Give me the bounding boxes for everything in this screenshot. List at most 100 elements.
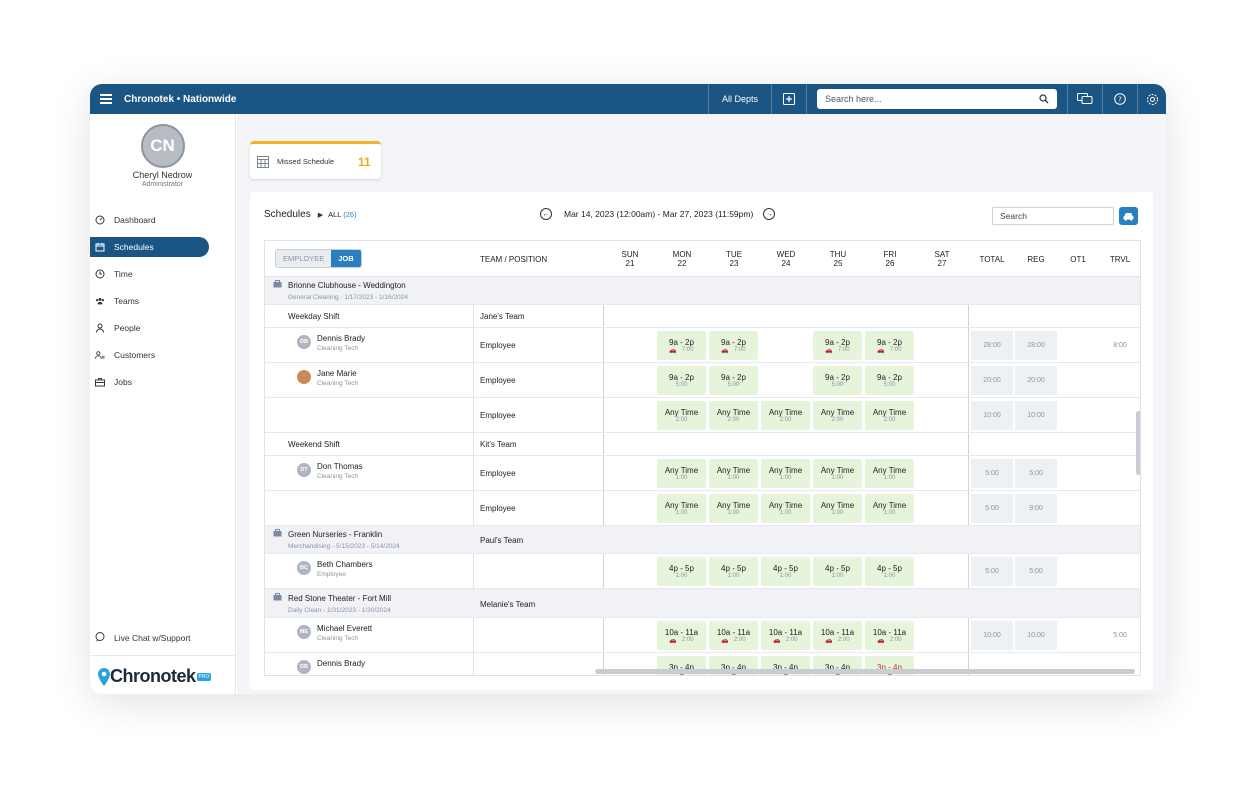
sidebar-item-dashboard[interactable]: Dashboard: [90, 210, 209, 230]
shift-block-tue[interactable]: Any Time 1:00: [709, 494, 758, 523]
position-label: Employee: [480, 504, 516, 513]
shift-block-mon[interactable]: Any Time 2:00: [657, 401, 706, 430]
car-icon: 🚗: [721, 637, 729, 644]
employee-role: Cleaning Tech: [317, 473, 359, 480]
table-row[interactable]: Employee Any Time 2:00 Any Time 2:00 Any T…: [265, 398, 1140, 433]
shift-block-thu[interactable]: Any Time 1:00: [813, 459, 862, 488]
schedule-filter[interactable]: ALL (26): [328, 210, 357, 219]
shift-block-fri[interactable]: 9a - 2p 🚗 7:00: [865, 331, 914, 360]
table-row[interactable]: Employee Any Time 1:00 Any Time 1:00 Any T…: [265, 491, 1140, 526]
shift-block-thu[interactable]: Any Time 2:00: [813, 401, 862, 430]
live-chat-link[interactable]: Live Chat w/Support: [95, 632, 191, 644]
next-period-icon[interactable]: →: [763, 208, 776, 220]
vertical-scrollbar[interactable]: [1136, 411, 1140, 475]
day-header-fri[interactable]: FRI 26: [865, 241, 915, 277]
date-range[interactable]: Mar 14, 2023 (12:00am) - Mar 27, 2023 (1…: [564, 209, 753, 219]
shift-block-wed[interactable]: Any Time 1:00: [761, 494, 810, 523]
shift-block-wed[interactable]: 4p - 5p 1:00: [761, 557, 810, 586]
day-header-tue[interactable]: TUE 23: [709, 241, 759, 277]
table-row[interactable]: BC Beth Chambers Employee 4p - 5p 1:00 4p…: [265, 554, 1140, 589]
sidebar-item-customers[interactable]: Customers: [90, 345, 209, 365]
global-search-input[interactable]: Search here...: [817, 89, 1057, 109]
shift-block-thu[interactable]: Any Time 1:00: [813, 494, 862, 523]
shift-row[interactable]: Weekend Shift Kit's Team: [265, 433, 1140, 456]
shift-block-fri[interactable]: 10a - 11a 🚗 2:00: [865, 621, 914, 650]
shift-block-fri[interactable]: Any Time 1:00: [865, 494, 914, 523]
prev-period-icon[interactable]: ←: [540, 208, 552, 220]
shift-block-tue[interactable]: 10a - 11a 🚗 2:00: [709, 621, 758, 650]
horizontal-scrollbar[interactable]: [595, 669, 1135, 674]
add-icon[interactable]: [772, 84, 806, 114]
employee-name[interactable]: Dennis Brady: [317, 659, 365, 668]
shift-block-mon[interactable]: 9a - 2p 🚗 7:00: [657, 331, 706, 360]
employee-name[interactable]: Dennis Brady: [317, 334, 365, 343]
table-row[interactable]: ME Michael Everett Cleaning Tech 10a - 1…: [265, 618, 1140, 653]
shift-block-tue[interactable]: 4p - 5p 1:00: [709, 557, 758, 586]
missed-schedule-count: 11: [358, 154, 371, 169]
table-row[interactable]: Jane Marie Cleaning Tech Employee 9a - 2…: [265, 363, 1140, 398]
day-header-thu[interactable]: THU 25: [813, 241, 863, 277]
sidebar-item-label: Schedules: [114, 242, 154, 252]
sidebar-item-time[interactable]: Time: [90, 264, 209, 284]
shift-block-tue[interactable]: 9a - 2p 5:00: [709, 366, 758, 395]
job-view-toggle[interactable]: JOB: [331, 250, 361, 267]
settings-gear-icon[interactable]: [1138, 84, 1166, 114]
hamburger-menu-icon[interactable]: [100, 92, 112, 106]
shift-block-mon[interactable]: Any Time 1:00: [657, 459, 706, 488]
avatar: ME: [297, 625, 311, 639]
sidebar-item-people[interactable]: People: [90, 318, 209, 338]
sidebar-nav: Dashboard Schedules Time Teams People Cu…: [90, 210, 235, 392]
shift-block-thu[interactable]: 9a - 2p 5:00: [813, 366, 862, 395]
job-row[interactable]: Red Stone Theater - Fort Mill Daily Clea…: [265, 589, 1140, 618]
shift-block-mon[interactable]: 9a - 2p 5:00: [657, 366, 706, 395]
table-row[interactable]: DB Dennis Brady Cleaning Tech Employee 9…: [265, 328, 1140, 363]
job-subtitle: Daily Clean - 1/31/2023 - 1/30/2024: [288, 607, 391, 614]
sidebar-item-teams[interactable]: Teams: [90, 291, 209, 311]
shift-block-thu[interactable]: 9a - 2p 🚗 7:00: [813, 331, 862, 360]
day-header-wed[interactable]: WED 24: [761, 241, 811, 277]
shift-block-fri[interactable]: Any Time 1:00: [865, 459, 914, 488]
sidebar-item-label: Dashboard: [114, 215, 156, 225]
day-header-mon[interactable]: MON 22: [657, 241, 707, 277]
travel-car-button[interactable]: [1119, 207, 1138, 225]
sidebar-item-jobs[interactable]: Jobs: [90, 372, 209, 392]
shift-block-mon[interactable]: 4p - 5p 1:00: [657, 557, 706, 586]
shift-block-mon[interactable]: 10a - 11a 🚗 2:00: [657, 621, 706, 650]
shift-block-fri[interactable]: 9a - 2p 5:00: [865, 366, 914, 395]
department-selector[interactable]: All Depts: [709, 84, 771, 114]
help-icon[interactable]: ?: [1103, 84, 1137, 114]
sidebar-item-schedules[interactable]: Schedules: [90, 237, 209, 257]
job-row[interactable]: Brionne Clubhouse - Weddington General C…: [265, 277, 1140, 305]
missed-schedule-card[interactable]: Missed Schedule 11: [250, 141, 381, 179]
shift-block-tue[interactable]: Any Time 1:00: [709, 459, 758, 488]
travel-hours: 5:00: [1113, 632, 1127, 639]
shift-block-wed[interactable]: 10a - 11a 🚗 2:00: [761, 621, 810, 650]
shift-block-thu[interactable]: 10a - 11a 🚗 2:00: [813, 621, 862, 650]
shift-block-wed[interactable]: Any Time 1:00: [761, 459, 810, 488]
shift-row[interactable]: Weekday Shift Jane's Team: [265, 305, 1140, 328]
table-row[interactable]: DT Don Thomas Cleaning Tech Employee Any…: [265, 456, 1140, 491]
shift-block-tue[interactable]: Any Time 2:00: [709, 401, 758, 430]
schedules-title: Schedules: [264, 209, 311, 220]
day-header-sun[interactable]: SUN 21: [605, 241, 655, 277]
day-header-sat[interactable]: SAT 27: [917, 241, 967, 277]
shift-block-tue[interactable]: 9a - 2p 🚗 7:00: [709, 331, 758, 360]
grid-header: EMPLOYEE JOB TEAM / POSITION SUN 21 MON 22…: [265, 241, 1140, 277]
employee-name[interactable]: Don Thomas: [317, 462, 363, 471]
employee-name[interactable]: Beth Chambers: [317, 560, 373, 569]
search-icon[interactable]: [1039, 94, 1049, 104]
clock-icon: [95, 269, 105, 279]
chat-icon[interactable]: [1068, 84, 1102, 114]
shift-block-fri[interactable]: Any Time 2:00: [865, 401, 914, 430]
shift-block-fri[interactable]: 4p - 5p 1:00: [865, 557, 914, 586]
shift-block-wed[interactable]: Any Time 2:00: [761, 401, 810, 430]
employee-name[interactable]: Jane Marie: [317, 369, 357, 378]
shift-block-thu[interactable]: 4p - 5p 1:00: [813, 557, 862, 586]
employee-view-toggle[interactable]: EMPLOYEE: [276, 250, 332, 267]
user-avatar[interactable]: CN: [140, 124, 185, 168]
job-row[interactable]: Green Nurseries - Franklin Merchandising…: [265, 526, 1140, 554]
schedule-search-input[interactable]: Search: [992, 207, 1114, 225]
shift-block-mon[interactable]: Any Time 1:00: [657, 494, 706, 523]
employee-name[interactable]: Michael Everett: [317, 624, 372, 633]
svg-text:?: ?: [1118, 96, 1122, 104]
